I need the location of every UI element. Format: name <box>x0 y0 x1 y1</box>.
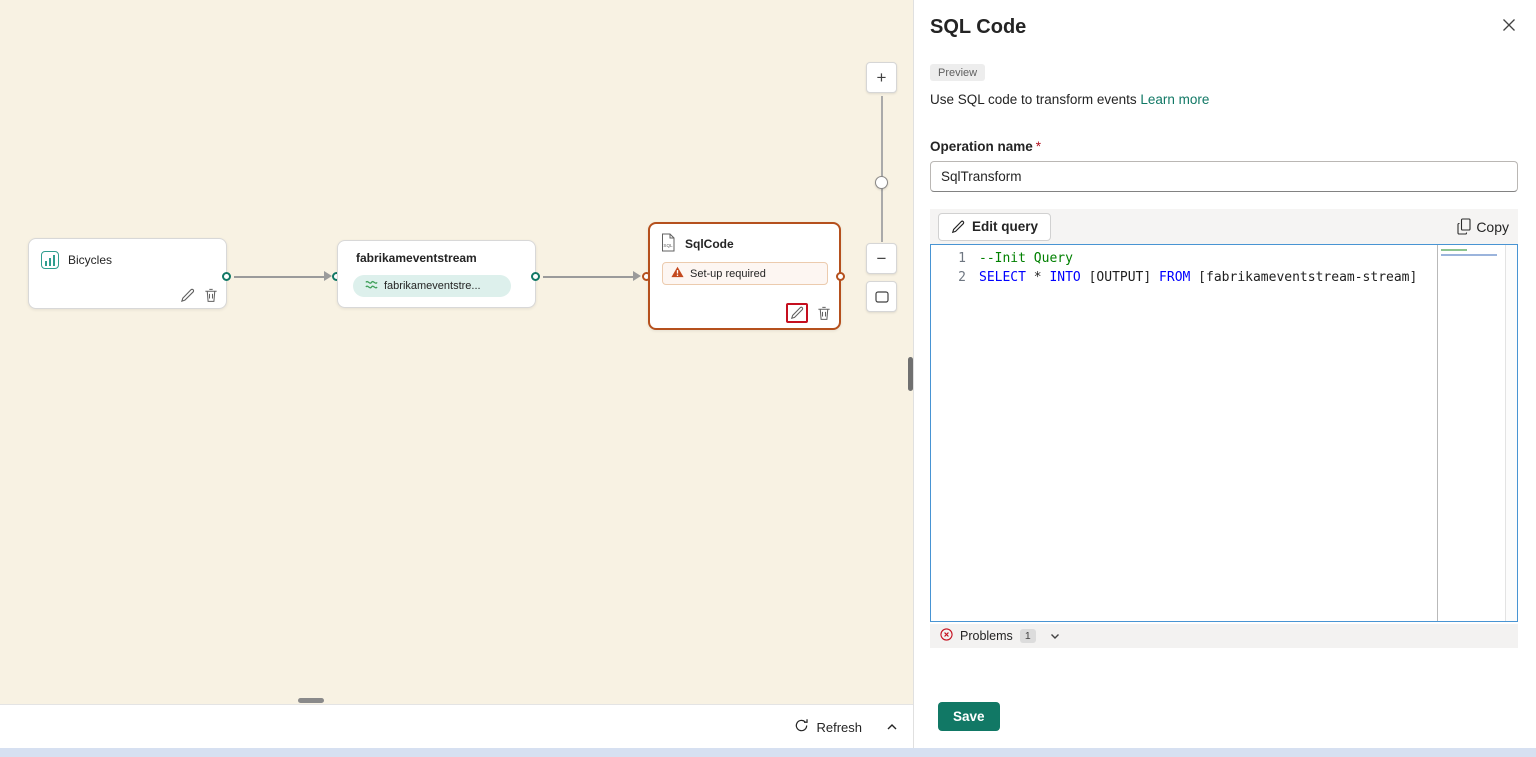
setup-required-label: Set-up required <box>690 267 766 280</box>
edit-node-highlight-box[interactable] <box>786 303 808 323</box>
node-eventstream[interactable]: fabrikameventstream fabrikameventstre... <box>337 240 536 308</box>
required-asterisk: * <box>1035 139 1042 154</box>
code-token: FROM <box>1159 270 1191 285</box>
sql-code-panel: SQL Code Preview Use SQL code to transfo… <box>913 0 1536 748</box>
chevron-up-icon <box>887 724 897 730</box>
code-token: INTO <box>1049 270 1081 285</box>
operation-name-text: Operation name <box>930 139 1033 154</box>
error-circle-icon <box>940 628 953 644</box>
chevron-down-icon <box>1050 634 1059 639</box>
copy-label: Copy <box>1476 218 1509 235</box>
edge-eventstream-to-sqlcode <box>543 276 633 278</box>
arrowhead-icon <box>324 271 332 281</box>
eventstream-editor-app: Bicycles fabrikameventstream fabrikameve… <box>0 0 1536 757</box>
node-title: fabrikameventstream <box>356 251 477 265</box>
panel-description: Use SQL code to transform events Learn m… <box>930 92 1209 107</box>
stream-badge-label: fabrikameventstre... <box>384 280 481 292</box>
warning-triangle-icon <box>671 266 684 281</box>
close-panel-button[interactable] <box>1502 18 1516 32</box>
preview-badge: Preview <box>930 64 986 81</box>
stream-badge[interactable]: fabrikameventstre... <box>353 275 511 297</box>
zoom-slider-track[interactable] <box>881 96 883 242</box>
copy-button[interactable]: Copy <box>1457 218 1509 235</box>
line-numbers: 1 2 <box>931 245 979 621</box>
refresh-icon <box>794 718 809 736</box>
connector-sqlcode-out[interactable] <box>836 272 845 281</box>
code-token: * <box>1025 270 1050 285</box>
edit-node-icon <box>790 306 804 320</box>
panel-title: SQL Code <box>930 16 1027 38</box>
code-token: [OUTPUT] <box>1080 270 1160 285</box>
delete-node-icon[interactable] <box>204 288 218 303</box>
node-bicycles[interactable]: Bicycles <box>28 238 227 309</box>
problems-count-badge: 1 <box>1019 629 1036 643</box>
edit-query-label: Edit query <box>972 219 1039 234</box>
code-token: SELECT <box>979 270 1026 285</box>
editor-scrollbar[interactable] <box>1505 245 1517 621</box>
edit-node-icon[interactable] <box>180 288 195 303</box>
problems-expand-chevron[interactable] <box>1049 630 1061 642</box>
window-bottom-edge <box>0 748 1536 757</box>
line-number: 1 <box>958 251 966 266</box>
close-icon <box>1503 19 1515 31</box>
code-token: [fabrikameventstream-stream] <box>1190 270 1418 285</box>
editor-minimap[interactable] <box>1437 245 1505 621</box>
plus-icon: + <box>876 67 887 87</box>
description-text: Use SQL code to transform events <box>930 92 1141 107</box>
delete-node-icon[interactable] <box>817 306 831 321</box>
canvas-bottom-bar: Refresh <box>0 704 913 748</box>
canvas-horizontal-scrollbar[interactable] <box>298 698 324 703</box>
setup-required-banner: Set-up required <box>662 262 828 285</box>
expand-panel-chevron[interactable] <box>885 705 899 749</box>
zoom-out-button[interactable]: − <box>866 243 897 274</box>
pencil-icon <box>951 220 965 233</box>
fit-to-screen-button[interactable] <box>866 281 897 312</box>
line-number: 2 <box>958 270 966 285</box>
sql-document-icon: SQL <box>660 233 676 255</box>
edge-bicycles-to-eventstream <box>234 276 324 278</box>
stream-wave-icon <box>365 279 378 293</box>
operation-name-input[interactable] <box>930 161 1518 192</box>
minus-icon: − <box>876 248 887 268</box>
copy-icon <box>1457 218 1471 235</box>
problems-bar[interactable]: Problems 1 <box>930 624 1518 648</box>
node-title: SqlCode <box>685 237 734 251</box>
sql-code-editor[interactable]: 1 2 --Init Query SELECT * INTO [OUTPUT] … <box>930 244 1518 622</box>
zoom-slider-handle[interactable] <box>875 176 888 189</box>
operation-name-label: Operation name * <box>930 139 1041 154</box>
refresh-label: Refresh <box>816 719 862 735</box>
code-token: --Init Query <box>979 251 1073 266</box>
refresh-button[interactable]: Refresh <box>794 705 862 749</box>
connector-bicycles-out[interactable] <box>222 272 231 281</box>
learn-more-link[interactable]: Learn more <box>1140 92 1209 107</box>
node-title: Bicycles <box>68 253 113 267</box>
edit-query-button[interactable]: Edit query <box>938 212 1052 241</box>
bar-chart-icon <box>41 251 59 269</box>
node-sqlcode[interactable]: SQL SqlCode Set-up required <box>648 222 841 330</box>
svg-text:SQL: SQL <box>663 243 673 248</box>
connector-eventstream-out[interactable] <box>531 272 540 281</box>
arrowhead-icon <box>633 271 641 281</box>
zoom-in-button[interactable]: + <box>866 62 897 93</box>
graph-canvas[interactable]: Bicycles fabrikameventstream fabrikameve… <box>0 0 913 748</box>
editor-toolbar: Edit query Copy <box>930 209 1518 244</box>
save-button[interactable]: Save <box>938 702 1000 731</box>
fit-to-screen-icon <box>874 290 889 303</box>
problems-label: Problems <box>960 629 1013 643</box>
